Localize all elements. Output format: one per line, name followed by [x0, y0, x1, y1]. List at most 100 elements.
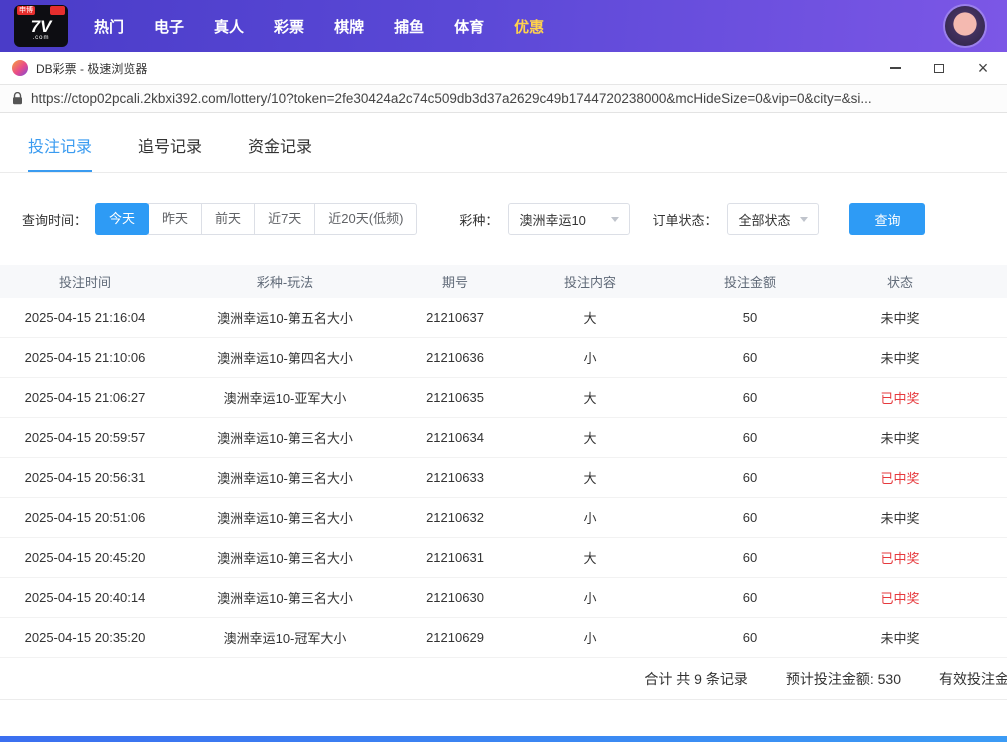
- table-row: 2025-04-15 20:35:20澳洲幸运10-冠军大小21210629小6…: [0, 618, 1007, 658]
- summary-bar: 合计 共 9 条记录 预计投注金额: 530 有效投注金额: [0, 658, 1007, 700]
- address-bar: https://ctop02pcali.2kbxi392.com/lottery…: [0, 85, 1007, 113]
- cell-game-play: 澳洲幸运10-第三名大小: [170, 468, 400, 487]
- logo-brand: 7V: [31, 18, 52, 35]
- nav-item-live[interactable]: 真人: [214, 16, 244, 37]
- summary-valid: 有效投注金额: [939, 669, 1007, 689]
- logo-suffix: .com: [32, 35, 49, 41]
- cell-issue: 21210631: [400, 550, 510, 565]
- header-bet-time: 投注时间: [0, 272, 170, 291]
- query-button[interactable]: 查询: [849, 203, 925, 235]
- status-select-value: 全部状态: [738, 210, 790, 229]
- cell-bet-time: 2025-04-15 20:45:20: [0, 550, 170, 565]
- time-filter-today[interactable]: 今天: [95, 203, 149, 235]
- cell-status: 未中奖: [830, 508, 970, 527]
- nav-item-slots[interactable]: 电子: [154, 16, 184, 37]
- main-nav: 热门 电子 真人 彩票 棋牌 捕鱼 体育 优惠: [94, 16, 544, 37]
- cell-status: 未中奖: [830, 428, 970, 447]
- cell-issue: 21210634: [400, 430, 510, 445]
- cell-game-play: 澳洲幸运10-第三名大小: [170, 428, 400, 447]
- nav-item-hot[interactable]: 热门: [94, 16, 124, 37]
- time-filter-daybefore[interactable]: 前天: [201, 203, 255, 235]
- chevron-down-icon: [800, 217, 808, 222]
- logo-red-dot-icon: [50, 6, 65, 15]
- tab-chase-records[interactable]: 追号记录: [138, 133, 202, 172]
- tab-bet-records[interactable]: 投注记录: [28, 133, 92, 172]
- site-logo[interactable]: 申博 7V .com: [14, 5, 68, 47]
- cell-game-play: 澳洲幸运10-第三名大小: [170, 548, 400, 567]
- url-input[interactable]: https://ctop02pcali.2kbxi392.com/lottery…: [31, 91, 995, 106]
- cell-bet-content: 小: [510, 508, 670, 527]
- cell-bet-time: 2025-04-15 20:35:20: [0, 630, 170, 645]
- nav-item-cards[interactable]: 棋牌: [334, 16, 364, 37]
- cell-game-play: 澳洲幸运10-第三名大小: [170, 508, 400, 527]
- cell-status: 已中奖: [830, 468, 970, 487]
- summary-expected: 预计投注金额: 530: [786, 669, 901, 689]
- table-row: 2025-04-15 21:16:04澳洲幸运10-第五名大小21210637大…: [0, 298, 1007, 338]
- summary-total: 合计 共 9 条记录: [644, 669, 747, 689]
- cell-bet-content: 大: [510, 388, 670, 407]
- record-tabs: 投注记录 追号记录 资金记录: [0, 113, 1007, 173]
- chevron-down-icon: [611, 217, 619, 222]
- table-body: 2025-04-15 21:16:04澳洲幸运10-第五名大小21210637大…: [0, 298, 1007, 658]
- cell-bet-amount: 60: [670, 590, 830, 605]
- cell-bet-time: 2025-04-15 21:10:06: [0, 350, 170, 365]
- cell-bet-time: 2025-04-15 20:59:57: [0, 430, 170, 445]
- cell-issue: 21210632: [400, 510, 510, 525]
- cell-bet-time: 2025-04-15 20:56:31: [0, 470, 170, 485]
- cell-status: 未中奖: [830, 628, 970, 647]
- minimize-button[interactable]: [887, 60, 903, 76]
- maximize-button[interactable]: [931, 60, 947, 76]
- nav-item-fishing[interactable]: 捕鱼: [394, 16, 424, 37]
- window-controls: ×: [887, 60, 995, 76]
- tab-fund-records[interactable]: 资金记录: [248, 133, 312, 172]
- filter-bar: 查询时间： 今天 昨天 前天 近7天 近20天(低频) 彩种： 澳洲幸运10 订…: [0, 173, 1007, 265]
- maximize-icon: [934, 64, 944, 73]
- logo-badge: 申博: [17, 6, 35, 15]
- table-row: 2025-04-15 20:59:57澳洲幸运10-第三名大小21210634大…: [0, 418, 1007, 458]
- header-game-play: 彩种-玩法: [170, 272, 400, 291]
- cell-bet-amount: 60: [670, 430, 830, 445]
- cell-bet-amount: 60: [670, 470, 830, 485]
- cell-bet-amount: 60: [670, 630, 830, 645]
- minimize-icon: [890, 67, 901, 69]
- cell-game-play: 澳洲幸运10-第五名大小: [170, 308, 400, 327]
- nav-item-lottery[interactable]: 彩票: [274, 16, 304, 37]
- cell-bet-content: 大: [510, 428, 670, 447]
- cell-bet-time: 2025-04-15 20:51:06: [0, 510, 170, 525]
- cell-game-play: 澳洲幸运10-第三名大小: [170, 588, 400, 607]
- cell-bet-content: 大: [510, 468, 670, 487]
- close-button[interactable]: ×: [975, 60, 991, 76]
- cell-bet-content: 大: [510, 308, 670, 327]
- cell-bet-content: 大: [510, 548, 670, 567]
- table-row: 2025-04-15 21:06:27澳洲幸运10-亚军大小21210635大6…: [0, 378, 1007, 418]
- cell-bet-time: 2025-04-15 20:40:14: [0, 590, 170, 605]
- cell-bet-content: 小: [510, 628, 670, 647]
- nav-item-sports[interactable]: 体育: [454, 16, 484, 37]
- top-nav: 申博 7V .com 热门 电子 真人 彩票 棋牌 捕鱼 体育 优惠: [0, 0, 1007, 52]
- cell-bet-amount: 60: [670, 510, 830, 525]
- nav-item-promo[interactable]: 优惠: [514, 16, 544, 37]
- cell-status: 未中奖: [830, 348, 970, 367]
- cell-bet-amount: 60: [670, 550, 830, 565]
- table-row: 2025-04-15 20:40:14澳洲幸运10-第三名大小21210630小…: [0, 578, 1007, 618]
- window-title: DB彩票 - 极速浏览器: [36, 60, 147, 77]
- user-avatar[interactable]: [945, 6, 985, 46]
- lottery-filter-label: 彩种：: [459, 210, 498, 229]
- time-filter-7days[interactable]: 近7天: [254, 203, 315, 235]
- table-row: 2025-04-15 20:51:06澳洲幸运10-第三名大小21210632小…: [0, 498, 1007, 538]
- time-filter-yesterday[interactable]: 昨天: [148, 203, 202, 235]
- time-filter-group: 今天 昨天 前天 近7天 近20天(低频): [95, 203, 417, 235]
- header-bet-content: 投注内容: [510, 272, 670, 291]
- status-filter-label: 订单状态：: [652, 210, 717, 229]
- close-icon: ×: [978, 59, 989, 77]
- table-row: 2025-04-15 20:56:31澳洲幸运10-第三名大小21210633大…: [0, 458, 1007, 498]
- cell-game-play: 澳洲幸运10-第四名大小: [170, 348, 400, 367]
- cell-game-play: 澳洲幸运10-亚军大小: [170, 388, 400, 407]
- cell-issue: 21210633: [400, 470, 510, 485]
- bet-records-table: 投注时间 彩种-玩法 期号 投注内容 投注金额 状态 2025-04-15 21…: [0, 265, 1007, 658]
- bottom-strip: [0, 736, 1007, 742]
- cell-status: 已中奖: [830, 548, 970, 567]
- lottery-select[interactable]: 澳洲幸运10: [508, 203, 630, 235]
- time-filter-20days[interactable]: 近20天(低频): [314, 203, 417, 235]
- order-status-select[interactable]: 全部状态: [727, 203, 819, 235]
